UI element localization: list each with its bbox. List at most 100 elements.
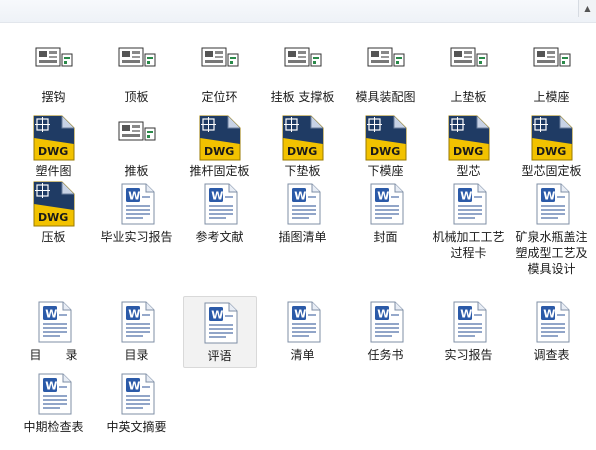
file-item[interactable]: W 中英文摘要 <box>100 368 174 440</box>
drawing-thumbnail-icon <box>30 40 78 88</box>
file-name-label: 评语 <box>207 349 232 363</box>
file-item[interactable]: W 目 录 <box>17 296 91 368</box>
svg-text:W: W <box>45 308 57 321</box>
svg-text:W: W <box>543 190 555 203</box>
file-name-label: 下模座 <box>367 164 404 178</box>
file-item[interactable]: W 清单 <box>266 296 340 368</box>
file-name-label: 任务书 <box>367 348 404 362</box>
file-item[interactable]: DWG 压板 <box>17 178 91 296</box>
drawing-thumbnail-icon <box>528 40 576 88</box>
file-item[interactable]: W 评语 <box>182 296 257 368</box>
word-document-icon: W <box>196 299 244 347</box>
file-item[interactable]: DWG 塑件图 <box>17 112 91 178</box>
svg-text:W: W <box>377 308 389 321</box>
file-item[interactable]: W 参考文献 <box>183 178 257 296</box>
word-document-icon: W <box>30 298 78 346</box>
word-document-icon: W <box>445 298 493 346</box>
file-name-label: 中英文摘要 <box>106 420 167 434</box>
file-item[interactable]: W 中期检查表 <box>17 368 91 440</box>
file-name-label: 参考文献 <box>195 230 244 244</box>
dwg-file-icon: DWG <box>30 180 78 228</box>
file-name-label: 目 录 <box>29 348 78 362</box>
svg-text:W: W <box>45 380 57 393</box>
dwg-file-icon: DWG <box>30 114 78 162</box>
svg-text:DWG: DWG <box>204 145 234 158</box>
file-item[interactable]: 推板 <box>100 112 174 178</box>
drawing-thumbnail-icon <box>362 40 410 88</box>
svg-text:W: W <box>128 308 140 321</box>
svg-text:DWG: DWG <box>38 145 68 158</box>
toolbar-strip: ▲ <box>0 0 596 23</box>
scroll-up-button[interactable]: ▲ <box>578 0 596 17</box>
file-name-label: 定位环 <box>201 90 238 104</box>
file-name-label: 调查表 <box>533 348 570 362</box>
word-document-icon: W <box>113 298 161 346</box>
file-item[interactable]: 挂板 支撑板 <box>266 38 340 112</box>
file-name-label: 型芯固定板 <box>521 164 582 178</box>
word-document-icon: W <box>113 370 161 418</box>
word-document-icon: W <box>279 298 327 346</box>
svg-text:W: W <box>543 308 555 321</box>
file-item[interactable]: DWG 下垫板 <box>266 112 340 178</box>
dwg-file-icon: DWG <box>279 114 327 162</box>
file-name-label: 压板 <box>41 230 66 244</box>
file-name-label: 矿泉水瓶盖注塑成型工艺及模具设计 <box>515 230 588 276</box>
file-item[interactable]: 上垫板 <box>432 38 506 112</box>
word-document-icon: W <box>528 298 576 346</box>
file-name-label: 挂板 支撑板 <box>270 90 335 104</box>
drawing-thumbnail-icon <box>279 40 327 88</box>
file-name-label: 毕业实习报告 <box>100 230 173 244</box>
file-name-label: 型芯 <box>456 164 481 178</box>
svg-text:W: W <box>211 190 223 203</box>
word-document-icon: W <box>445 180 493 228</box>
file-name-label: 中期检查表 <box>23 420 84 434</box>
svg-text:DWG: DWG <box>370 145 400 158</box>
word-document-icon: W <box>279 180 327 228</box>
svg-text:W: W <box>128 380 140 393</box>
word-document-icon: W <box>30 370 78 418</box>
file-name-label: 上模座 <box>533 90 570 104</box>
file-item[interactable]: W 目录 <box>100 296 174 368</box>
svg-text:W: W <box>460 308 472 321</box>
word-document-icon: W <box>113 180 161 228</box>
file-item[interactable]: W 调查表 <box>515 296 589 368</box>
file-item[interactable]: DWG 型芯固定板 <box>515 112 589 178</box>
file-name-label: 插图清单 <box>278 230 327 244</box>
svg-text:W: W <box>460 190 472 203</box>
file-name-label: 上垫板 <box>450 90 487 104</box>
file-item[interactable]: DWG 推杆固定板 <box>183 112 257 178</box>
word-document-icon: W <box>528 180 576 228</box>
svg-text:W: W <box>377 190 389 203</box>
svg-text:W: W <box>128 190 140 203</box>
word-document-icon: W <box>362 180 410 228</box>
file-name-label: 摆钩 <box>41 90 66 104</box>
file-item[interactable]: W 封面 <box>349 178 423 296</box>
svg-text:W: W <box>294 190 306 203</box>
file-item[interactable]: 模具装配图 <box>349 38 423 112</box>
file-item[interactable]: W 实习报告 <box>432 296 506 368</box>
svg-text:DWG: DWG <box>536 145 566 158</box>
file-item[interactable]: W 插图清单 <box>266 178 340 296</box>
file-name-label: 推杆固定板 <box>189 164 250 178</box>
file-item[interactable]: 上模座 <box>515 38 589 112</box>
word-document-icon: W <box>196 180 244 228</box>
word-document-icon: W <box>362 298 410 346</box>
svg-text:W: W <box>211 309 223 322</box>
file-name-label: 目录 <box>124 348 149 362</box>
svg-text:W: W <box>294 308 306 321</box>
file-item[interactable]: W 毕业实习报告 <box>100 178 174 296</box>
file-item[interactable]: W 机械加工工艺过程卡 <box>432 178 506 296</box>
file-name-label: 实习报告 <box>444 348 493 362</box>
file-name-label: 塑件图 <box>35 164 72 178</box>
file-name-label: 下垫板 <box>284 164 321 178</box>
file-item[interactable]: 定位环 <box>183 38 257 112</box>
file-name-label: 顶板 <box>124 90 149 104</box>
file-item[interactable]: DWG 型芯 <box>432 112 506 178</box>
file-item[interactable]: 摆钩 <box>17 38 91 112</box>
dwg-file-icon: DWG <box>528 114 576 162</box>
file-item[interactable]: W 矿泉水瓶盖注塑成型工艺及模具设计 <box>515 178 589 296</box>
file-item[interactable]: W 任务书 <box>349 296 423 368</box>
file-name-label: 模具装配图 <box>355 90 416 104</box>
file-item[interactable]: 顶板 <box>100 38 174 112</box>
file-item[interactable]: DWG 下模座 <box>349 112 423 178</box>
